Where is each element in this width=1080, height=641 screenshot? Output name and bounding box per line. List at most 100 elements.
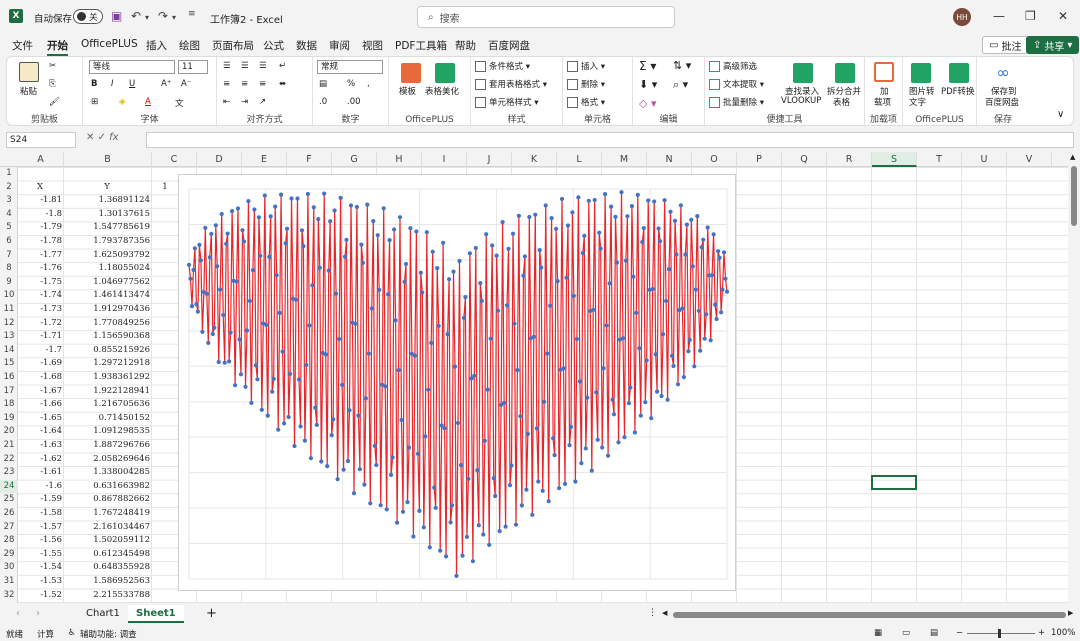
cell-a5[interactable]: -1.79	[20, 221, 62, 235]
image-to-text-line2[interactable]: 文字	[909, 96, 926, 108]
cell-c2[interactable]: 1	[152, 181, 178, 195]
row-header-21[interactable]: 21	[0, 439, 18, 453]
fill-icon[interactable]: ⬇ ▾	[639, 78, 657, 91]
row-header-11[interactable]: 11	[0, 303, 18, 317]
cell-b14[interactable]: 0.855215926	[64, 344, 150, 358]
sort-filter-icon[interactable]: ⇅ ▾	[673, 59, 691, 72]
row-header-12[interactable]: 12	[0, 317, 18, 331]
cell-b25[interactable]: 0.867882662	[64, 493, 150, 507]
zoom-in-icon[interactable]: +	[1038, 628, 1045, 638]
row-header-27[interactable]: 27	[0, 521, 18, 535]
table-beautify-button[interactable]: 表格美化	[425, 85, 459, 97]
cell-a29[interactable]: -1.55	[20, 548, 62, 562]
fx-icon[interactable]: fx	[109, 132, 118, 143]
split-merge-line2[interactable]: 表格	[833, 96, 850, 108]
cell-b23[interactable]: 1.338004285	[64, 466, 150, 480]
vertical-scrollbar[interactable]: ▲	[1068, 152, 1080, 603]
find-select-icon[interactable]: ⌕ ▾	[673, 78, 688, 92]
column-header-s[interactable]: S	[872, 152, 917, 167]
formula-input[interactable]	[146, 132, 1074, 148]
cell-b10[interactable]: 1.461413474	[64, 289, 150, 303]
delete-cells-button[interactable]: 删除 ▾	[567, 78, 605, 90]
save-icon[interactable]: ▣	[111, 9, 122, 23]
status-calc[interactable]: 计算	[37, 628, 54, 640]
cell-a3[interactable]: -1.81	[20, 194, 62, 208]
cell-b27[interactable]: 2.161034467	[64, 521, 150, 535]
cell-b22[interactable]: 2.058269646	[64, 453, 150, 467]
cell-b3[interactable]: 1.36891124	[64, 194, 150, 208]
column-header-f[interactable]: F	[287, 152, 332, 167]
cell-b6[interactable]: 1.793787356	[64, 235, 150, 249]
row-header-18[interactable]: 18	[0, 398, 18, 412]
pdf-convert-button[interactable]: PDF转换	[941, 85, 975, 97]
cell-b15[interactable]: 1.297212918	[64, 357, 150, 371]
cell-a19[interactable]: -1.65	[20, 412, 62, 426]
decrease-indent-icon[interactable]: ⇤	[223, 97, 230, 107]
cell-b9[interactable]: 1.046977562	[64, 276, 150, 290]
tab-view[interactable]: 视图	[362, 38, 383, 53]
cell-a17[interactable]: -1.67	[20, 385, 62, 399]
column-header-u[interactable]: U	[962, 152, 1007, 167]
underline-icon[interactable]: U	[129, 79, 135, 89]
align-right-icon[interactable]: ≡	[259, 79, 266, 89]
fill-color-icon[interactable]: ◈	[119, 97, 126, 107]
vlookup-icon[interactable]	[793, 63, 813, 83]
cell-b7[interactable]: 1.625093792	[64, 249, 150, 263]
minimize-icon[interactable]: —	[993, 9, 1005, 23]
column-header-j[interactable]: J	[467, 152, 512, 167]
cut-icon[interactable]: ✂	[49, 61, 56, 71]
row-header-2[interactable]: 2	[0, 181, 18, 195]
cell-a20[interactable]: -1.64	[20, 425, 62, 439]
autosum-icon[interactable]: Σ ▾	[639, 59, 656, 73]
accounting-format-icon[interactable]: ▤	[319, 79, 327, 89]
undo-dropdown-icon[interactable]: ▾	[145, 13, 149, 22]
cell-a10[interactable]: -1.74	[20, 289, 62, 303]
scroll-right-icon[interactable]: ▶	[1068, 609, 1073, 617]
cell-a26[interactable]: -1.58	[20, 507, 62, 521]
shrink-font-icon[interactable]: A⁻	[181, 79, 191, 89]
column-header-n[interactable]: N	[647, 152, 692, 167]
cell-a2[interactable]: X	[20, 181, 60, 195]
template-button[interactable]: 模板	[399, 85, 416, 97]
cell-b31[interactable]: 1.586952563	[64, 575, 150, 589]
cell-a27[interactable]: -1.57	[20, 521, 62, 535]
cell-b30[interactable]: 0.648355928	[64, 561, 150, 575]
column-header-e[interactable]: E	[242, 152, 287, 167]
tab-help[interactable]: 帮助	[455, 38, 476, 53]
user-avatar[interactable]: HH	[953, 8, 971, 26]
zoom-out-icon[interactable]: −	[956, 628, 963, 638]
align-middle-icon[interactable]: ☰	[241, 61, 249, 71]
tab-review[interactable]: 审阅	[329, 38, 350, 53]
format-as-table-button[interactable]: 套用表格格式 ▾	[475, 78, 547, 90]
cell-b11[interactable]: 1.912970436	[64, 303, 150, 317]
wrap-text-icon[interactable]: ↵	[279, 61, 286, 71]
cell-b12[interactable]: 1.770849256	[64, 317, 150, 331]
cell-a28[interactable]: -1.56	[20, 534, 62, 548]
bold-icon[interactable]: B	[91, 79, 97, 89]
cell-b32[interactable]: 2.215533788	[64, 589, 150, 603]
image-to-text-icon[interactable]	[911, 63, 931, 83]
align-top-icon[interactable]: ☰	[223, 61, 231, 71]
tab-insert[interactable]: 插入	[146, 38, 167, 53]
copy-icon[interactable]: ⎘	[49, 79, 56, 89]
cell-b18[interactable]: 1.216705636	[64, 398, 150, 412]
enter-icon[interactable]: ✓	[98, 132, 106, 143]
row-header-28[interactable]: 28	[0, 534, 18, 548]
cell-b17[interactable]: 1.922128941	[64, 385, 150, 399]
row-header-19[interactable]: 19	[0, 412, 18, 426]
column-header-r[interactable]: R	[827, 152, 872, 167]
cell-b13[interactable]: 1.156590368	[64, 330, 150, 344]
column-header-p[interactable]: P	[737, 152, 782, 167]
cell-a15[interactable]: -1.69	[20, 357, 62, 371]
row-header-7[interactable]: 7	[0, 249, 18, 263]
tab-options-icon[interactable]: ⋮	[648, 608, 657, 618]
row-header-23[interactable]: 23	[0, 466, 18, 480]
cell-a13[interactable]: -1.71	[20, 330, 62, 344]
cell-a31[interactable]: -1.53	[20, 575, 62, 589]
cell-a24[interactable]: -1.6	[20, 480, 62, 494]
tab-pdf-tools[interactable]: PDF工具箱	[395, 38, 447, 53]
cancel-icon[interactable]: ✕	[86, 132, 94, 143]
font-name-select[interactable]: 等线	[89, 60, 175, 74]
row-header-1[interactable]: 1	[0, 167, 18, 181]
collapse-ribbon-icon[interactable]: ∨	[1057, 109, 1064, 120]
